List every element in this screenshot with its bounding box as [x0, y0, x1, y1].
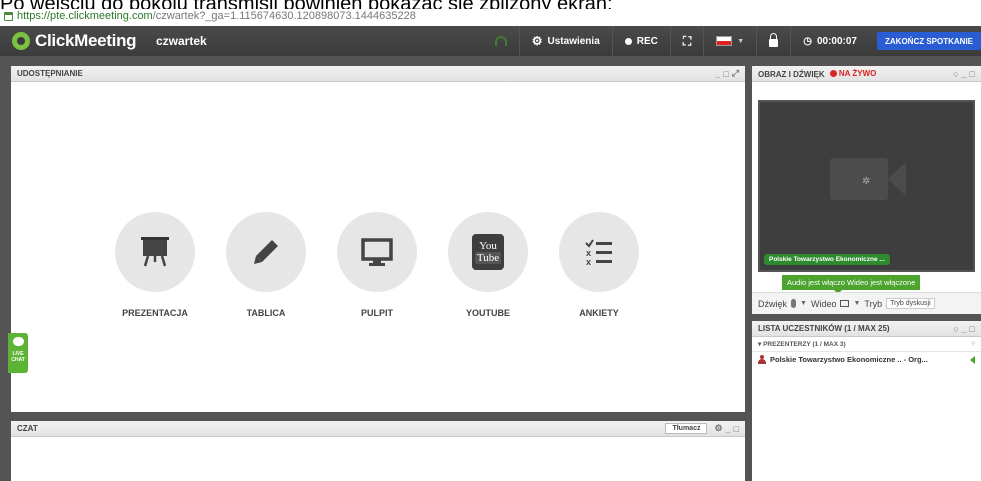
- video-panel-title: OBRAZ I DŹWIĘK: [758, 69, 825, 79]
- participants-panel-header: LISTA UCZESTNIKÓW (1 / MAX 25) ○ _ □: [752, 321, 981, 337]
- brand-name: ClickMeeting: [35, 31, 137, 50]
- presenter-name-badge: Polskie Towarzystwo Ekonomiczne ...: [764, 254, 890, 265]
- live-dot-icon: [829, 69, 837, 77]
- timer: ◷ 00:00:07: [790, 26, 869, 56]
- connection-wifi-icon: [494, 36, 507, 46]
- chat-panel: CZAT Tłumacz ⚙ _ □: [11, 421, 745, 481]
- chevron-down-icon[interactable]: ▼: [853, 300, 860, 307]
- chevron-down-icon: ▼: [737, 37, 745, 45]
- minimize-icon[interactable]: _: [715, 69, 720, 79]
- expand-icon[interactable]: ⤢: [732, 68, 739, 79]
- chat-bubble-icon: [12, 337, 24, 346]
- minimize-icon[interactable]: _: [726, 424, 731, 434]
- share-option-label: PREZENTACJA: [122, 308, 188, 318]
- speaker-icon: [970, 355, 975, 364]
- mode-select[interactable]: Tryb dyskusji: [886, 298, 935, 309]
- presenters-label: PREZENTERZY (1 / MAX 3): [763, 341, 846, 348]
- share-option-label: PULPIT: [360, 308, 393, 318]
- live-label: NA ŻYWO: [838, 68, 877, 78]
- share-option-youtube[interactable]: You Tube YOUTUBE: [428, 212, 548, 318]
- fullscreen-icon: ⛶: [682, 33, 692, 48]
- top-bar: ClickMeeting czwartek ⚙ Ustawienia REC ⛶…: [0, 26, 981, 56]
- browser-url-bar[interactable]: https://pte.clickmeeting.com/czwartek?_g…: [0, 8, 416, 24]
- room-name: czwartek: [156, 34, 207, 48]
- share-option-presentation[interactable]: PREZENTACJA: [95, 212, 215, 318]
- maximize-icon[interactable]: □: [970, 324, 975, 334]
- audio-video-status-tooltip: Audio jest włączo Wideo jest włączone: [782, 275, 921, 294]
- record-dot-icon: [624, 37, 632, 45]
- participant-row[interactable]: Polskie Towarzystwo Ekonomiczne .. - Org…: [752, 352, 981, 367]
- live-chat-label: LIVE CHAT: [11, 351, 25, 363]
- live-chat-tab[interactable]: LIVE CHAT: [8, 333, 28, 373]
- translate-button[interactable]: Tłumacz: [665, 423, 708, 434]
- monitor-icon: [361, 238, 393, 266]
- audio-video-panel: OBRAZ I DŹWIĘK NA ŻYWO ○ _ □ ✲ Polskie T…: [752, 66, 981, 314]
- sharing-panel: UDOSTĘPNIANIE _ □ ⤢ PREZENTACJA TABLICA …: [11, 66, 745, 412]
- settings-button[interactable]: ⚙ Ustawienia: [518, 26, 612, 56]
- gear-icon: ⚙: [531, 34, 543, 48]
- room-lock-button[interactable]: [756, 26, 790, 56]
- maximize-icon[interactable]: □: [723, 69, 728, 79]
- maximize-icon[interactable]: □: [970, 69, 975, 79]
- pencil-icon: [254, 240, 278, 264]
- lock-icon: [4, 11, 13, 21]
- video-camera-icon: [830, 158, 888, 200]
- share-option-desktop[interactable]: PULPIT: [317, 212, 437, 318]
- participants-title: LISTA UCZESTNIKÓW (1 / MAX 25): [758, 324, 890, 333]
- maximize-icon[interactable]: □: [734, 424, 739, 434]
- mode-label: Tryb: [864, 298, 883, 309]
- svg-text:x: x: [586, 257, 591, 267]
- settings-circle-icon[interactable]: ○: [971, 340, 975, 348]
- live-indicator: NA ŻYWO: [829, 68, 877, 78]
- sharing-options: PREZENTACJA TABLICA PULPIT You Tube YOUT…: [11, 82, 745, 412]
- share-option-label: TABLICA: [246, 308, 286, 318]
- app-area: UDOSTĘPNIANIE _ □ ⤢ PREZENTACJA TABLICA …: [0, 56, 981, 481]
- minimize-icon[interactable]: _: [962, 324, 967, 334]
- sharing-panel-title: UDOSTĘPNIANIE: [17, 69, 83, 78]
- rec-label: REC: [636, 35, 658, 47]
- clickmeeting-logo-icon: [12, 32, 30, 50]
- chat-panel-header: CZAT Tłumacz ⚙ _ □: [11, 421, 745, 437]
- poll-checklist-icon: x x: [585, 239, 612, 267]
- settings-circle-icon[interactable]: ○: [953, 69, 958, 79]
- share-option-whiteboard[interactable]: TABLICA: [206, 212, 326, 318]
- video-label: Wideo: [810, 298, 837, 309]
- loading-spinner-icon: ✲: [862, 176, 871, 187]
- minimize-icon[interactable]: _: [962, 69, 967, 79]
- padlock-icon: [769, 33, 779, 47]
- settings-label: Ustawienia: [547, 35, 600, 47]
- timer-value: 00:00:07: [816, 35, 857, 47]
- chat-panel-title: CZAT: [17, 424, 38, 433]
- url-path: /czwartek?_ga=1.115674630.120898073.1444…: [152, 10, 416, 22]
- camera-icon[interactable]: [840, 300, 850, 307]
- polish-flag-icon: [716, 36, 733, 46]
- video-panel-header: OBRAZ I DŹWIĘK NA ŻYWO ○ _ □: [752, 66, 981, 82]
- brand: ClickMeeting: [0, 31, 140, 51]
- person-icon: [758, 355, 766, 364]
- share-option-label: ANKIETY: [579, 308, 619, 318]
- participants-panel: LISTA UCZESTNIKÓW (1 / MAX 25) ○ _ □ ▾ P…: [752, 321, 981, 481]
- sound-label: Dźwięk: [758, 298, 788, 309]
- chevron-down-icon[interactable]: ▼: [800, 300, 807, 307]
- end-meeting-button[interactable]: ZAKOŃCZ SPOTKANIE: [877, 32, 981, 50]
- url-secure-part: https://pte.clickmeeting.com/czwartek?_g…: [17, 10, 416, 22]
- fullscreen-button[interactable]: ⛶: [669, 26, 703, 56]
- participant-name: Polskie Towarzystwo Ekonomiczne .. - Org…: [770, 355, 928, 364]
- clock-icon: ◷: [803, 35, 812, 47]
- presentation-board-icon: [141, 237, 169, 267]
- av-controls: Dźwięk ▼ Wideo ▼ Tryb Tryb dyskusji: [752, 292, 981, 314]
- gear-icon[interactable]: ⚙: [714, 423, 722, 434]
- share-option-label: YOUTUBE: [465, 308, 510, 318]
- presenters-group-header[interactable]: ▾ PREZENTERZY (1 / MAX 3) ○: [752, 337, 981, 352]
- settings-circle-icon[interactable]: ○: [953, 324, 958, 334]
- youtube-icon: You Tube: [472, 234, 504, 270]
- share-option-polls[interactable]: x x ANKIETY: [539, 212, 659, 318]
- video-feed: ✲ Polskie Towarzystwo Ekonomiczne ...: [758, 100, 975, 272]
- sharing-panel-header: UDOSTĘPNIANIE _ □ ⤢: [11, 66, 745, 82]
- rec-button[interactable]: REC: [611, 26, 670, 56]
- language-select[interactable]: ▼: [703, 26, 756, 56]
- microphone-icon[interactable]: [791, 299, 797, 308]
